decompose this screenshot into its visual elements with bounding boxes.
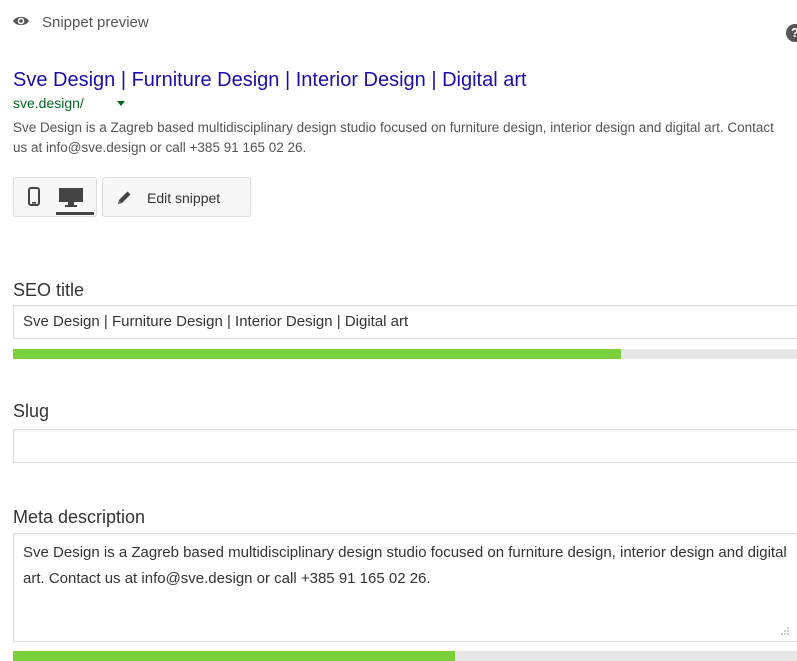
meta-description-progress-fill xyxy=(13,651,456,661)
resize-handle-icon[interactable] xyxy=(780,626,790,636)
snippet-title-link[interactable]: Sve Design | Furniture Design | Interior… xyxy=(13,67,527,93)
snippet-url: sve.design/ xyxy=(13,95,125,112)
snippet-url-text: sve.design/ xyxy=(13,95,84,111)
mobile-icon[interactable] xyxy=(22,185,46,209)
active-device-indicator xyxy=(56,212,94,215)
slug-input[interactable] xyxy=(13,429,797,463)
seo-title-progress xyxy=(13,349,797,359)
snippet-preview-heading: Snippet preview xyxy=(42,14,149,31)
help-icon[interactable]: ? xyxy=(786,24,797,42)
chevron-down-icon[interactable] xyxy=(117,101,125,106)
seo-title-label: SEO title xyxy=(13,280,85,300)
device-toggle-group xyxy=(13,177,97,217)
eye-icon xyxy=(13,16,29,26)
slug-label: Slug xyxy=(13,401,50,421)
meta-description-label: Meta description xyxy=(13,507,146,527)
desktop-icon[interactable] xyxy=(56,185,86,209)
snippet-description: Sve Design is a Zagreb based multidiscip… xyxy=(13,120,774,155)
pencil-icon xyxy=(118,191,131,204)
meta-description-textarea[interactable]: Sve Design is a Zagreb based multidiscip… xyxy=(13,533,797,642)
edit-snippet-button[interactable]: Edit snippet xyxy=(102,177,251,217)
seo-title-input[interactable]: Sve Design | Furniture Design | Interior… xyxy=(13,305,797,339)
meta-description-progress xyxy=(13,651,797,661)
seo-title-progress-fill xyxy=(13,349,622,359)
edit-snippet-label: Edit snippet xyxy=(147,190,221,206)
